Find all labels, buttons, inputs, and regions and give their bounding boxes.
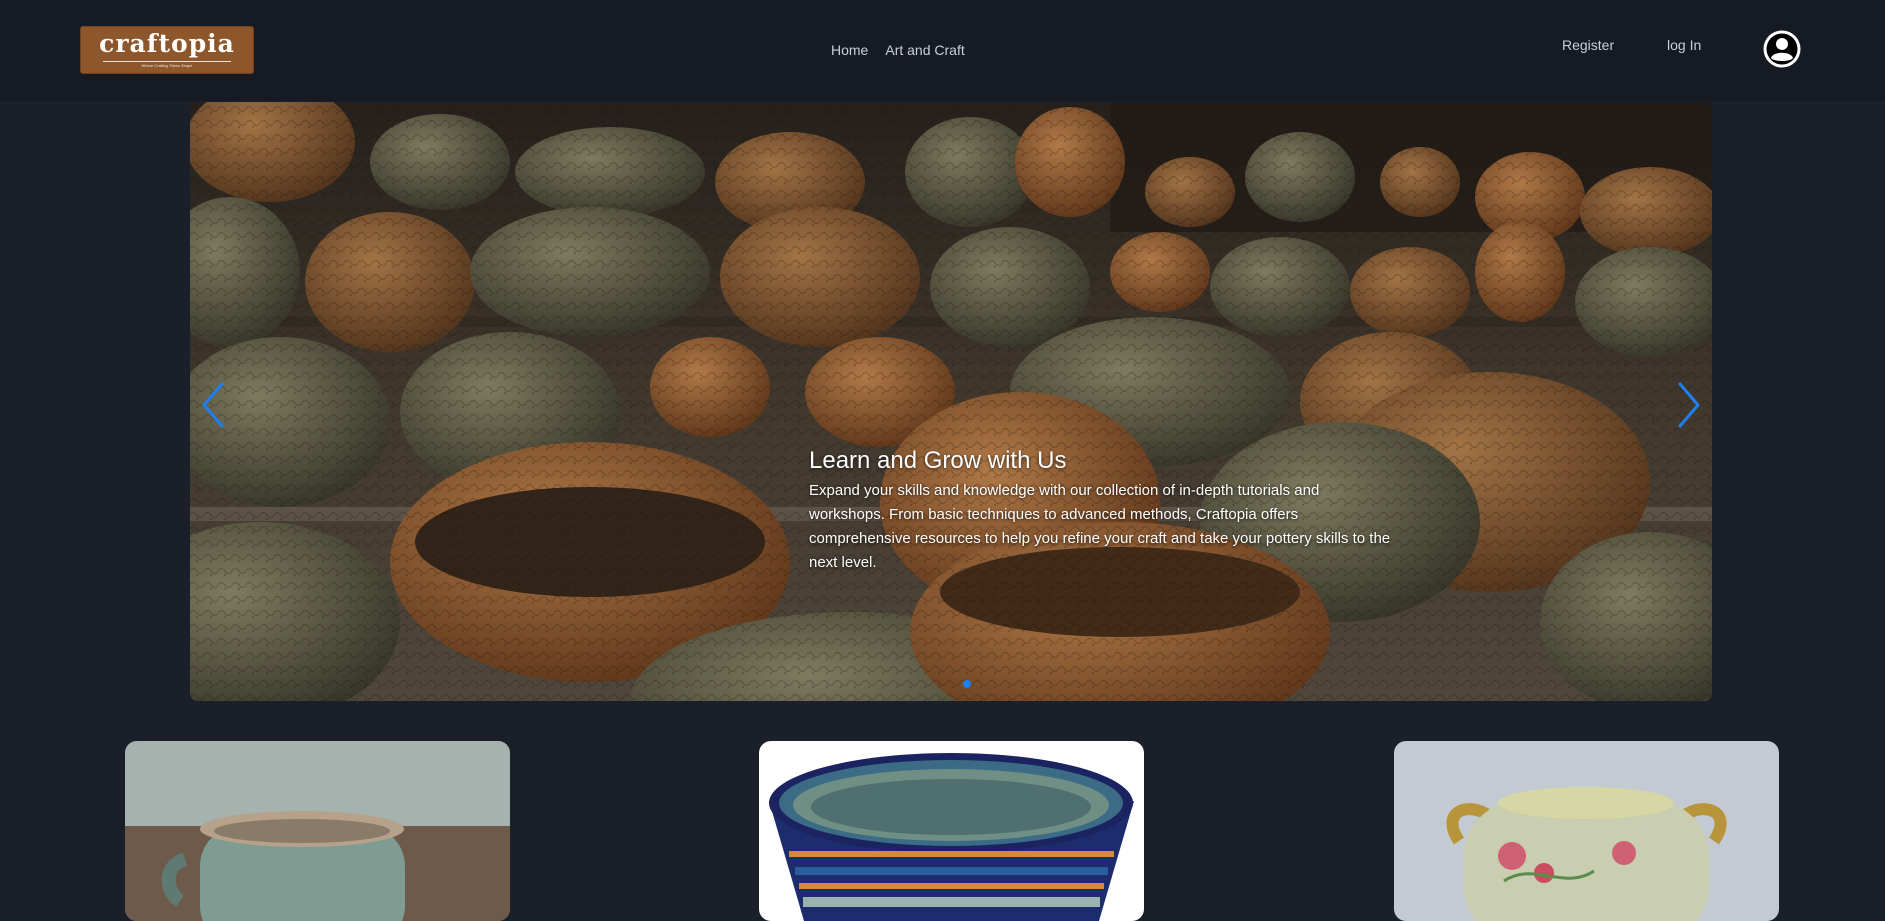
hero-carousel: Learn and Grow with Us Expand your skill… [190,102,1712,701]
chevron-left-icon [202,382,224,428]
chevron-right-icon [1678,382,1700,428]
register-link[interactable]: Register [1562,37,1614,53]
carousel-caption: Learn and Grow with Us Expand your skill… [809,445,1399,575]
main-nav: Home Art and Craft [831,42,965,58]
carousel-caption-title: Learn and Grow with Us [809,447,1067,474]
product-card-bowl[interactable] [759,741,1144,921]
nav-link-home[interactable]: Home [831,42,868,58]
logo-tagline: Where Crafting Takes Shape [141,63,193,68]
carousel-prev-button[interactable] [198,380,228,430]
floral-vase-photo [1394,741,1779,921]
pottery-collection-image [190,102,1712,701]
logo-wordmark: craftopia [99,29,235,58]
nav-link-art-and-craft[interactable]: Art and Craft [885,42,964,58]
glazed-mug-photo [125,741,510,921]
login-link[interactable]: log In [1667,37,1701,53]
patterned-bowl-photo [759,741,1144,921]
product-card-mug[interactable] [125,741,510,921]
carousel-indicator-active[interactable] [963,680,971,688]
user-avatar-button[interactable] [1762,29,1802,69]
navbar: craftopia Where Crafting Takes Shape Hom… [0,0,1885,101]
logo-divider [103,61,231,62]
user-circle-icon [1763,30,1801,68]
carousel-next-button[interactable] [1674,380,1704,430]
carousel-caption-text: Expand your skills and knowledge with ou… [809,482,1391,571]
product-card-vase[interactable] [1394,741,1779,921]
craftopia-logo[interactable]: craftopia Where Crafting Takes Shape [80,26,254,74]
